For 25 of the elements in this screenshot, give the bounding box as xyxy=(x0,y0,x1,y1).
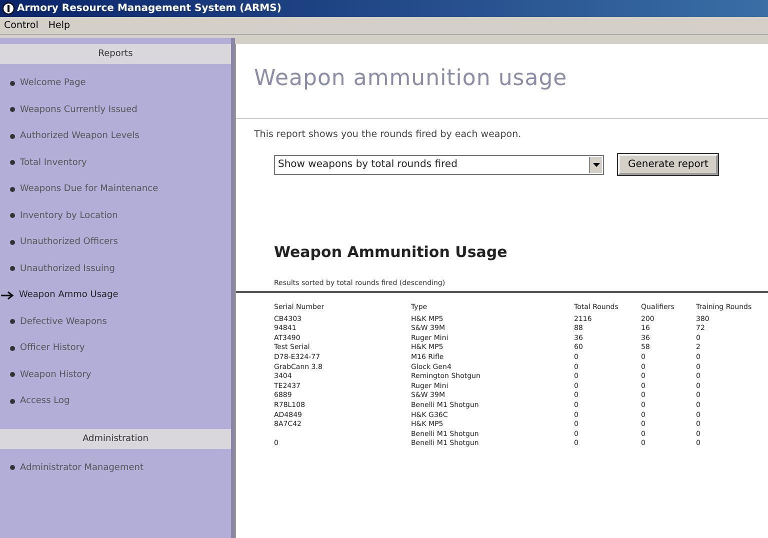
menu-item[interactable]: Help xyxy=(48,20,70,31)
sidebar-link[interactable]: Officer History xyxy=(20,343,85,354)
sidebar-link[interactable]: Authorized Weapon Levels xyxy=(20,131,140,142)
page-title: Weapon ammunition usage xyxy=(253,65,568,93)
window-title: Armory Resource Management System (ARMS) xyxy=(17,3,282,14)
sidebar-link[interactable]: Unauthorized Officers xyxy=(20,237,118,248)
report-title: Weapon Ammunition Usage xyxy=(273,242,508,261)
sidebar-link[interactable]: Welcome Page xyxy=(20,78,86,88)
menu-item[interactable]: Control xyxy=(4,20,38,31)
description-text: This report shows you the rounds fired by each weapon. xyxy=(253,128,522,140)
sidebar-link[interactable]: Access Log xyxy=(20,396,70,406)
sidebar-link[interactable]: Defective Weapons xyxy=(20,316,107,327)
app-icon xyxy=(2,2,15,15)
sidebar-link[interactable]: Weapon History xyxy=(20,370,92,380)
sidebar-link[interactable]: Weapons Currently Issued xyxy=(20,104,138,115)
sidebar-link[interactable]: Weapons Due for Maintenance xyxy=(20,184,158,194)
sidebar-link[interactable]: Total Inventory xyxy=(20,158,87,168)
sidebar-link[interactable]: Inventory by Location xyxy=(20,210,118,221)
section-header: Reports xyxy=(0,44,231,64)
sort-dropdown[interactable]: Show weapons by total rounds fired xyxy=(274,154,604,174)
sidebar-link[interactable]: Weapon Ammo Usage xyxy=(19,290,118,300)
section-header: Administration xyxy=(0,428,231,448)
sidebar-link[interactable]: Administrator Management xyxy=(20,462,144,473)
sidebar-link[interactable]: Unauthorized Issuing xyxy=(20,264,115,274)
generate-report-button[interactable]: Generate report xyxy=(618,154,718,175)
